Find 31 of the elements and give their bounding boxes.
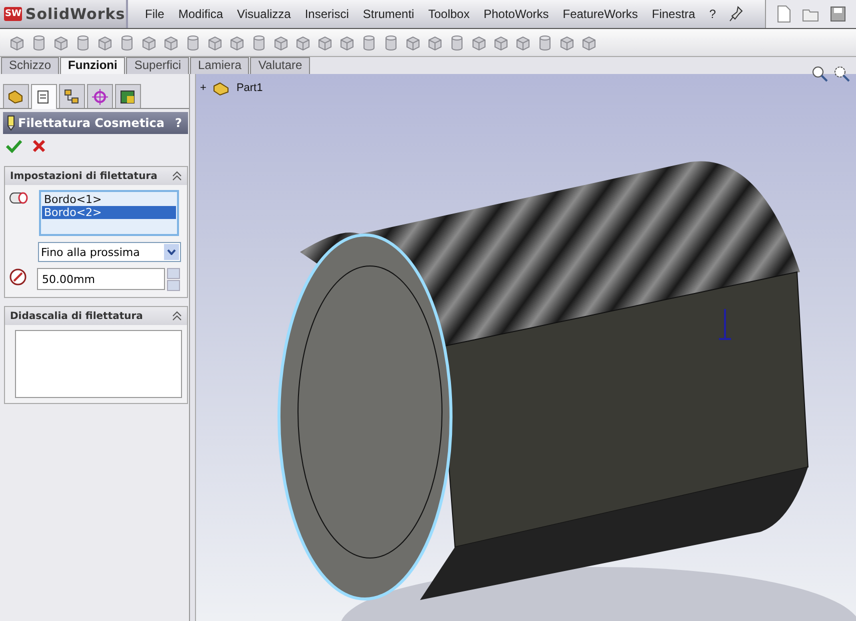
command-tab[interactable]: Valutare: [250, 57, 310, 74]
section-header[interactable]: Impostazioni di filettatura: [5, 167, 187, 185]
expand-toggle[interactable]: +: [200, 82, 206, 94]
section-title: Impostazioni di filettatura: [10, 170, 158, 182]
menu-item[interactable]: Strumenti: [356, 7, 422, 21]
property-manager-title: Filettatura Cosmetica: [18, 116, 165, 130]
command-tab[interactable]: Schizzo: [1, 57, 60, 74]
menu-item[interactable]: Modifica: [171, 7, 230, 21]
menu-item[interactable]: ?: [702, 7, 723, 21]
list-item[interactable]: Bordo<1>: [42, 193, 176, 206]
help-button[interactable]: ?: [175, 116, 182, 130]
menu-item[interactable]: FeatureWorks: [556, 7, 645, 21]
command-tab[interactable]: Superfici: [126, 57, 190, 74]
menu-item[interactable]: File: [138, 7, 172, 21]
command-tab[interactable]: Lamiera: [190, 57, 250, 74]
dropdown-value: Fino alla prossima: [41, 246, 140, 258]
edge-list[interactable]: Bordo<1> Bordo<2>: [39, 190, 179, 236]
section-header[interactable]: Didascalia di filettatura: [5, 307, 187, 325]
list-item[interactable]: Bordo<2>: [42, 206, 176, 219]
menu-item[interactable]: Visualizza: [230, 7, 298, 21]
length-field[interactable]: 50.00mm: [37, 268, 165, 290]
command-tab[interactable]: Funzioni: [60, 57, 126, 74]
app-name: SolidWorks: [25, 5, 126, 23]
menu-item[interactable]: Toolbox: [421, 7, 477, 21]
menu-item[interactable]: Inserisci: [298, 7, 356, 21]
menu-item[interactable]: Finestra: [644, 7, 702, 21]
tree-item[interactable]: Part1: [236, 82, 263, 94]
section-title: Didascalia di filettatura: [10, 310, 143, 322]
menu-item[interactable]: PhotoWorks: [476, 7, 556, 21]
end-condition-dropdown[interactable]: Fino alla prossima: [38, 242, 181, 262]
logo-mark: SW: [4, 7, 22, 21]
